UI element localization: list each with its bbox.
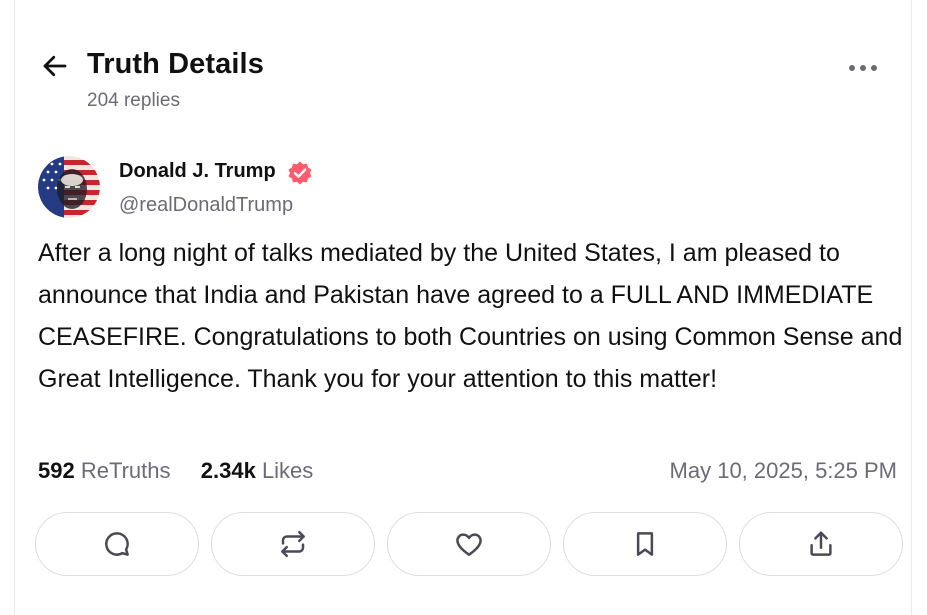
- profile-picture: [38, 156, 100, 218]
- repost-icon: [281, 530, 305, 558]
- like-button[interactable]: [387, 512, 551, 576]
- page-header: Truth Details 204 replies: [15, 0, 911, 130]
- reply-button[interactable]: [35, 512, 199, 576]
- author-handle[interactable]: @realDonaldTrump: [119, 194, 293, 217]
- reply-count: 204 replies: [87, 90, 180, 111]
- likes-stat[interactable]: 2.34k Likes: [201, 458, 314, 483]
- retruths-label: ReTruths: [80, 458, 171, 483]
- more-horizontal-icon: [849, 65, 877, 71]
- share-icon: [810, 531, 832, 556]
- heart-icon: [456, 533, 482, 556]
- likes-label: Likes: [261, 458, 314, 483]
- post-timestamp: May 10, 2025, 5:25 PM: [669, 458, 897, 483]
- action-bar: [35, 512, 903, 576]
- post-stats: 592 ReTruths 2.34k Likes: [38, 458, 313, 484]
- back-button[interactable]: [39, 50, 71, 82]
- verified-badge-icon: [287, 160, 313, 186]
- post-detail-panel: Truth Details 204 replies Donald J. Trum…: [14, 0, 912, 615]
- bookmark-button[interactable]: [563, 512, 727, 576]
- post-body: After a long night of talks mediated by …: [38, 239, 903, 393]
- comment-icon: [105, 532, 129, 556]
- bookmark-icon: [636, 532, 654, 556]
- share-button[interactable]: [739, 512, 903, 576]
- likes-count: 2.34k: [200, 458, 256, 483]
- retruths-stat[interactable]: 592 ReTruths: [38, 458, 177, 483]
- arrow-left-icon: [43, 55, 67, 77]
- retruths-count: 592: [38, 458, 75, 483]
- retruth-button[interactable]: [211, 512, 375, 576]
- author-name[interactable]: Donald J. Trump: [119, 160, 276, 183]
- page-title: Truth Details: [87, 48, 264, 80]
- more-options-button[interactable]: [843, 52, 883, 84]
- avatar[interactable]: [38, 156, 100, 218]
